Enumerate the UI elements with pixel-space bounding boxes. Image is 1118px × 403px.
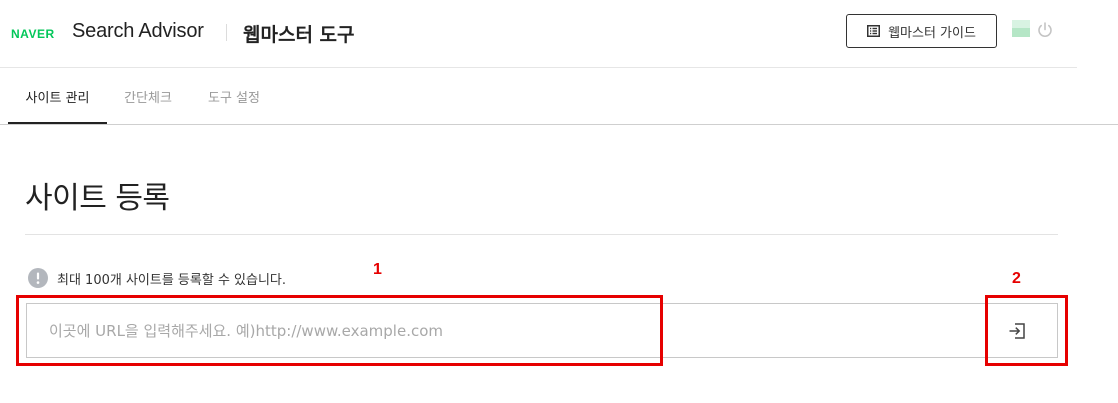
notice-text: 최대 100개 사이트를 등록할 수 있습니다. [57,272,287,288]
tab-simple-check[interactable]: 간단체크 [107,68,189,124]
annotation-label-2: 2 [1012,270,1021,287]
header: NAVER Search Advisor 웹마스터 도구 웹마스터 가이드 [0,0,1077,68]
tool-title: 웹마스터 도구 [243,24,355,46]
exclamation-icon [28,268,48,288]
title-separator [226,24,227,41]
profile-icon[interactable] [1012,20,1030,37]
tab-tool-settings[interactable]: 도구 설정 [189,68,279,124]
guide-book-icon [867,25,881,37]
app-title[interactable]: Search Advisor [72,20,204,43]
tab-label: 간단체크 [124,90,172,106]
notice: 최대 100개 사이트를 등록할 수 있습니다. [28,268,286,288]
naver-logo[interactable]: NAVER [11,27,55,41]
tab-site-management[interactable]: 사이트 관리 [8,68,107,124]
tab-label: 사이트 관리 [25,90,90,106]
site-url-input[interactable] [26,303,1058,358]
title-divider [25,234,1058,235]
active-tab-indicator [8,122,107,124]
tab-label: 도구 설정 [208,90,260,106]
webmaster-guide-button[interactable]: 웹마스터 가이드 [846,14,997,48]
page: NAVER Search Advisor 웹마스터 도구 웹마스터 가이드 사이… [0,0,1118,403]
page-title: 사이트 등록 [25,181,170,216]
annotation-label-1: 1 [373,261,382,278]
guide-button-label: 웹마스터 가이드 [888,25,976,41]
login-arrow-icon [1009,323,1025,339]
power-icon[interactable] [1037,22,1053,38]
register-submit-button[interactable] [1006,314,1028,348]
tab-bar: 사이트 관리 간단체크 도구 설정 [0,68,1118,125]
